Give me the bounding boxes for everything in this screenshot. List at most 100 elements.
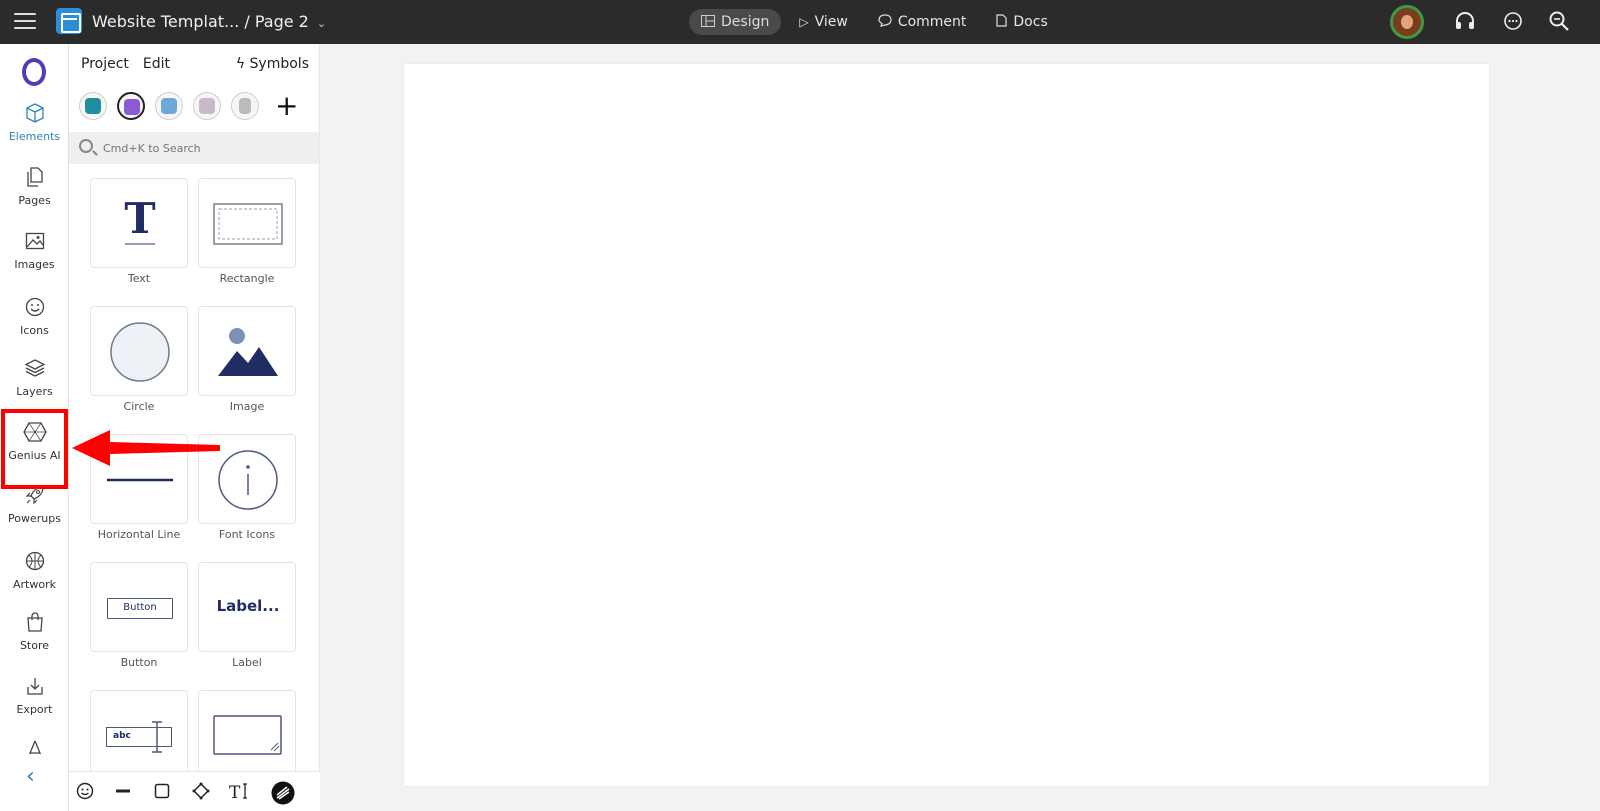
- brand-logo-icon[interactable]: [22, 58, 46, 86]
- canvas-area[interactable]: [320, 44, 1600, 811]
- headphones-icon[interactable]: [1453, 10, 1477, 34]
- mode-switcher: Design ▷ View Comment Docs: [689, 9, 1060, 35]
- library-badge-5[interactable]: [231, 92, 259, 120]
- nav-item-layers[interactable]: Layers: [0, 357, 69, 398]
- element-label-font-icons: Font Icons: [218, 528, 276, 541]
- element-tile-circle[interactable]: [90, 306, 188, 396]
- text-area-element-icon: [213, 715, 282, 755]
- nav-label-layers: Layers: [16, 385, 53, 398]
- symbols-button[interactable]: ϟ Symbols: [236, 56, 309, 72]
- docs-mode-button[interactable]: Docs: [984, 9, 1059, 35]
- text-tool-icon[interactable]: T: [228, 782, 254, 804]
- smiley-icon: [23, 296, 47, 320]
- library-badge-1[interactable]: [79, 92, 107, 120]
- cube-icon: [23, 102, 47, 126]
- view-mode-button[interactable]: ▷ View: [787, 9, 859, 35]
- nav-item-artwork[interactable]: Artwork: [0, 550, 69, 591]
- element-tile-text-area[interactable]: [198, 690, 296, 771]
- symbols-label: Symbols: [249, 56, 309, 72]
- element-label-rectangle: Rectangle: [219, 272, 275, 285]
- panel-menu: Project Edit: [81, 56, 170, 72]
- library-badge-3[interactable]: [155, 92, 183, 120]
- element-label-label: Label: [232, 656, 262, 669]
- annotation-arrow-icon: [72, 430, 220, 466]
- line-tool-icon[interactable]: [112, 782, 134, 804]
- comment-mode-button[interactable]: Comment: [866, 9, 979, 35]
- app-logo-icon[interactable]: [56, 8, 82, 34]
- comment-icon: [878, 14, 892, 30]
- nav-label-artwork: Artwork: [13, 578, 56, 591]
- library-badge-2[interactable]: [117, 92, 145, 120]
- nav-label-images: Images: [14, 258, 55, 271]
- svg-text:T: T: [124, 194, 155, 243]
- collapse-panel-icon[interactable]: ‹: [26, 764, 35, 789]
- lightning-icon: ϟ: [235, 56, 246, 72]
- nav-label-powerups: Powerups: [8, 512, 61, 525]
- element-tile-text[interactable]: T: [90, 178, 188, 268]
- rectangle-element-icon: [213, 203, 283, 245]
- chat-icon[interactable]: [1501, 10, 1525, 34]
- element-label-circle: Circle: [123, 400, 155, 413]
- element-tile-text-input[interactable]: abc: [90, 690, 188, 771]
- design-mode-button[interactable]: Design: [689, 9, 782, 35]
- label-preview: Label...: [216, 597, 280, 615]
- nav-label-pages: Pages: [18, 194, 51, 207]
- rectangle-tool-icon[interactable]: [151, 782, 173, 804]
- pages-icon: [23, 166, 47, 190]
- highlight-box: [1, 409, 68, 489]
- element-tile-button[interactable]: Button: [90, 562, 188, 652]
- image-icon: [23, 230, 47, 254]
- nav-item-pages[interactable]: Pages: [0, 166, 69, 207]
- quick-tools-bar: T: [69, 771, 320, 811]
- button-preview: Button: [107, 598, 173, 619]
- element-label-text: Text: [127, 272, 151, 285]
- nav-item-more[interactable]: [0, 738, 69, 754]
- nav-item-store[interactable]: Store: [0, 611, 69, 652]
- layout-icon: [701, 14, 715, 30]
- hamburger-menu-icon[interactable]: [14, 13, 36, 31]
- library-badge-4[interactable]: [193, 92, 221, 120]
- nav-item-images[interactable]: Images: [0, 230, 69, 271]
- nav-label-elements: Elements: [8, 130, 61, 143]
- text-cursor-icon: [152, 721, 162, 753]
- nav-label-store: Store: [19, 639, 50, 652]
- bag-icon: [23, 611, 47, 635]
- document-title-text: Website Templat... / Page 2: [92, 12, 309, 31]
- project-menu[interactable]: Project: [81, 56, 129, 72]
- add-library-icon[interactable]: +: [275, 92, 298, 120]
- play-icon: ▷: [799, 15, 809, 29]
- nav-item-icons[interactable]: Icons: [0, 296, 69, 337]
- search-input[interactable]: [103, 139, 303, 157]
- document-title[interactable]: Website Templat... / Page 2 ⌄: [92, 12, 326, 31]
- docs-mode-label: Docs: [1013, 14, 1048, 30]
- layers-icon: [23, 357, 47, 381]
- nav-item-elements[interactable]: Elements: [0, 102, 69, 143]
- text-element-icon: T: [124, 194, 156, 245]
- nav-item-powerups[interactable]: Powerups: [0, 484, 69, 525]
- zoom-icon[interactable]: [1547, 10, 1571, 34]
- element-tile-label[interactable]: Label...: [198, 562, 296, 652]
- comment-mode-label: Comment: [897, 14, 967, 30]
- chevron-down-icon: ⌄: [316, 17, 327, 30]
- artboard[interactable]: [404, 64, 1489, 786]
- element-label-image: Image: [229, 400, 265, 413]
- search-icon: [79, 139, 93, 153]
- element-tile-image[interactable]: [198, 306, 296, 396]
- top-bar: Website Templat... / Page 2 ⌄ Design ▷ Vi…: [0, 0, 1600, 44]
- view-mode-label: View: [814, 14, 848, 30]
- brush-tool-icon[interactable]: [271, 781, 295, 805]
- search-bar: [69, 132, 319, 164]
- svg-text:T: T: [229, 783, 241, 800]
- library-row: +: [79, 92, 298, 120]
- ball-icon: [23, 550, 47, 574]
- pen-tool-icon[interactable]: [190, 782, 212, 804]
- circle-element-icon: [110, 322, 170, 382]
- element-tile-rectangle[interactable]: [198, 178, 296, 268]
- compass-icon: [23, 738, 47, 754]
- avatar[interactable]: [1390, 5, 1424, 39]
- design-mode-label: Design: [721, 14, 770, 30]
- emoji-tool-icon[interactable]: [74, 782, 96, 804]
- nav-item-export[interactable]: Export: [0, 675, 69, 716]
- edit-menu[interactable]: Edit: [143, 56, 170, 72]
- element-label-button: Button: [120, 656, 158, 669]
